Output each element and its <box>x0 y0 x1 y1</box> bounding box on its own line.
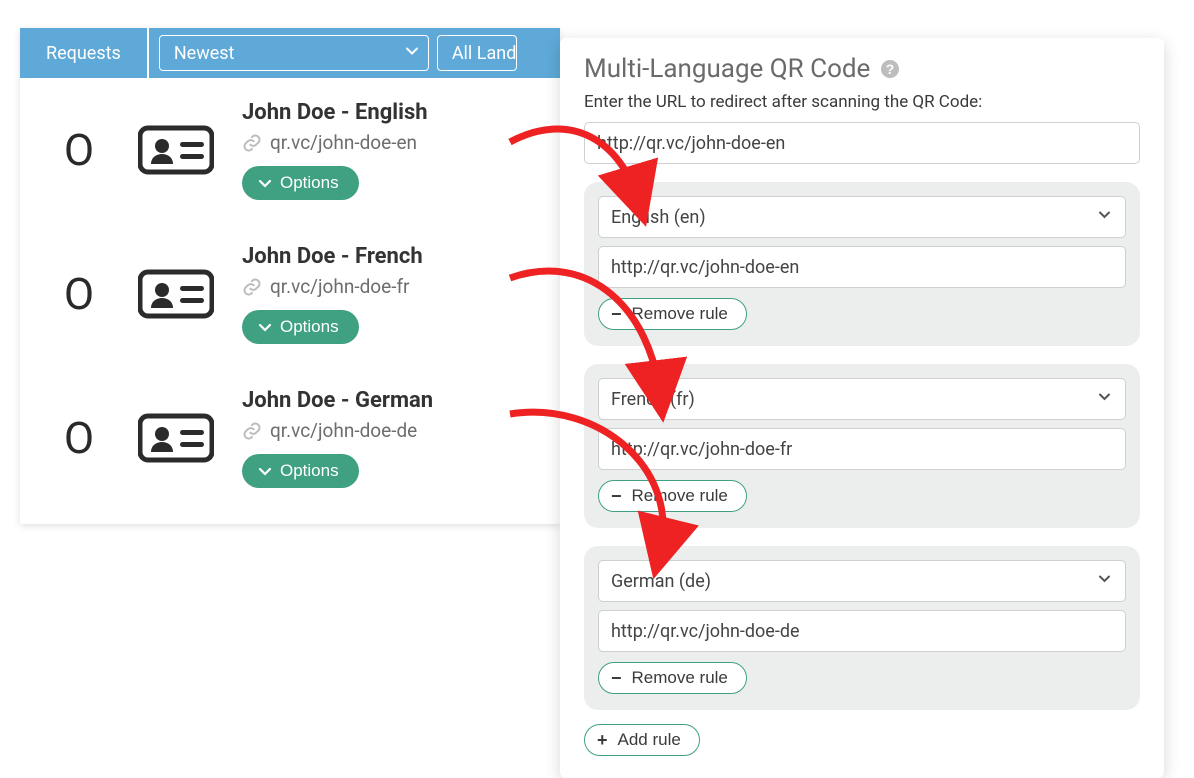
item-url-row: qr.vc/john-doe-fr <box>242 275 542 298</box>
list-item: O John Doe - English qr.vc/john-doe-en O… <box>20 78 560 222</box>
remove-rule-label: Remove rule <box>632 304 728 324</box>
visit-count: O <box>44 268 114 320</box>
list-item-body: John Doe - German qr.vc/john-doe-de Opti… <box>242 388 542 488</box>
visit-count: O <box>44 412 114 464</box>
language-rule: German (de) − Remove rule <box>584 546 1140 710</box>
remove-rule-button[interactable]: − Remove rule <box>598 662 747 694</box>
remove-rule-button[interactable]: − Remove rule <box>598 298 747 330</box>
panel-subtitle: Enter the URL to redirect after scanning… <box>584 92 1140 112</box>
options-button-label: Options <box>280 317 339 337</box>
language-select-value: French (fr) <box>611 389 695 410</box>
chevron-down-icon <box>1098 391 1111 408</box>
panel-title: Multi-Language QR Code <box>584 54 870 84</box>
requests-toolbar: Requests Newest All Landi <box>20 28 560 78</box>
item-title: John Doe - German <box>242 388 542 413</box>
rule-url-input[interactable] <box>598 428 1126 470</box>
link-icon <box>242 277 262 297</box>
tab-requests-label: Requests <box>46 43 121 64</box>
list-item-body: John Doe - French qr.vc/john-doe-fr Opti… <box>242 244 542 344</box>
options-button[interactable]: Options <box>242 166 359 200</box>
filter-select[interactable]: All Landi <box>437 35 517 71</box>
options-button-label: Options <box>280 461 339 481</box>
panel-footer: + Add rule <box>584 724 1140 756</box>
chevron-down-icon <box>258 176 272 190</box>
vcard-icon <box>136 121 216 179</box>
add-rule-button[interactable]: + Add rule <box>584 724 700 756</box>
panel-title-row: Multi-Language QR Code ? <box>584 54 1140 84</box>
remove-rule-label: Remove rule <box>632 668 728 688</box>
plus-icon: + <box>597 731 608 749</box>
requests-list: O John Doe - English qr.vc/john-doe-en O… <box>20 78 560 524</box>
language-rule: English (en) − Remove rule <box>584 182 1140 346</box>
item-url-row: qr.vc/john-doe-de <box>242 419 542 442</box>
item-url: qr.vc/john-doe-en <box>270 131 417 154</box>
list-item-body: John Doe - English qr.vc/john-doe-en Opt… <box>242 100 542 200</box>
options-button-label: Options <box>280 173 339 193</box>
link-icon <box>242 133 262 153</box>
multilang-qr-panel: Multi-Language QR Code ? Enter the URL t… <box>560 38 1164 778</box>
vcard-icon <box>136 409 216 467</box>
language-select-value: German (de) <box>611 571 711 592</box>
default-url-input[interactable] <box>584 122 1140 164</box>
requests-panel: Requests Newest All Landi O John Doe - E… <box>20 28 560 524</box>
tab-requests[interactable]: Requests <box>20 28 149 78</box>
language-select-value: English (en) <box>611 207 706 228</box>
remove-rule-button[interactable]: − Remove rule <box>598 480 747 512</box>
item-title: John Doe - English <box>242 100 542 125</box>
link-icon <box>242 421 262 441</box>
item-title: John Doe - French <box>242 244 542 269</box>
chevron-down-icon <box>1098 573 1111 590</box>
minus-icon: − <box>611 669 622 687</box>
remove-rule-label: Remove rule <box>632 486 728 506</box>
options-button[interactable]: Options <box>242 310 359 344</box>
language-select[interactable]: French (fr) <box>598 378 1126 420</box>
list-item: O John Doe - French qr.vc/john-doe-fr Op… <box>20 222 560 366</box>
chevron-down-icon <box>406 46 418 61</box>
item-url: qr.vc/john-doe-fr <box>270 275 410 298</box>
help-icon[interactable]: ? <box>880 59 900 79</box>
chevron-down-icon <box>258 320 272 334</box>
sort-select[interactable]: Newest <box>159 35 429 71</box>
filter-select-value: All Landi <box>452 43 517 64</box>
list-item: O John Doe - German qr.vc/john-doe-de Op… <box>20 366 560 510</box>
options-button[interactable]: Options <box>242 454 359 488</box>
chevron-down-icon <box>258 464 272 478</box>
rule-url-input[interactable] <box>598 610 1126 652</box>
rule-url-input[interactable] <box>598 246 1126 288</box>
add-rule-label: Add rule <box>618 730 681 750</box>
item-url: qr.vc/john-doe-de <box>270 419 417 442</box>
minus-icon: − <box>611 305 622 323</box>
item-url-row: qr.vc/john-doe-en <box>242 131 542 154</box>
vcard-icon <box>136 265 216 323</box>
language-rule: French (fr) − Remove rule <box>584 364 1140 528</box>
visit-count: O <box>44 124 114 176</box>
sort-select-value: Newest <box>174 43 235 64</box>
language-select[interactable]: German (de) <box>598 560 1126 602</box>
svg-text:?: ? <box>886 61 895 77</box>
language-select[interactable]: English (en) <box>598 196 1126 238</box>
minus-icon: − <box>611 487 622 505</box>
chevron-down-icon <box>1098 209 1111 226</box>
